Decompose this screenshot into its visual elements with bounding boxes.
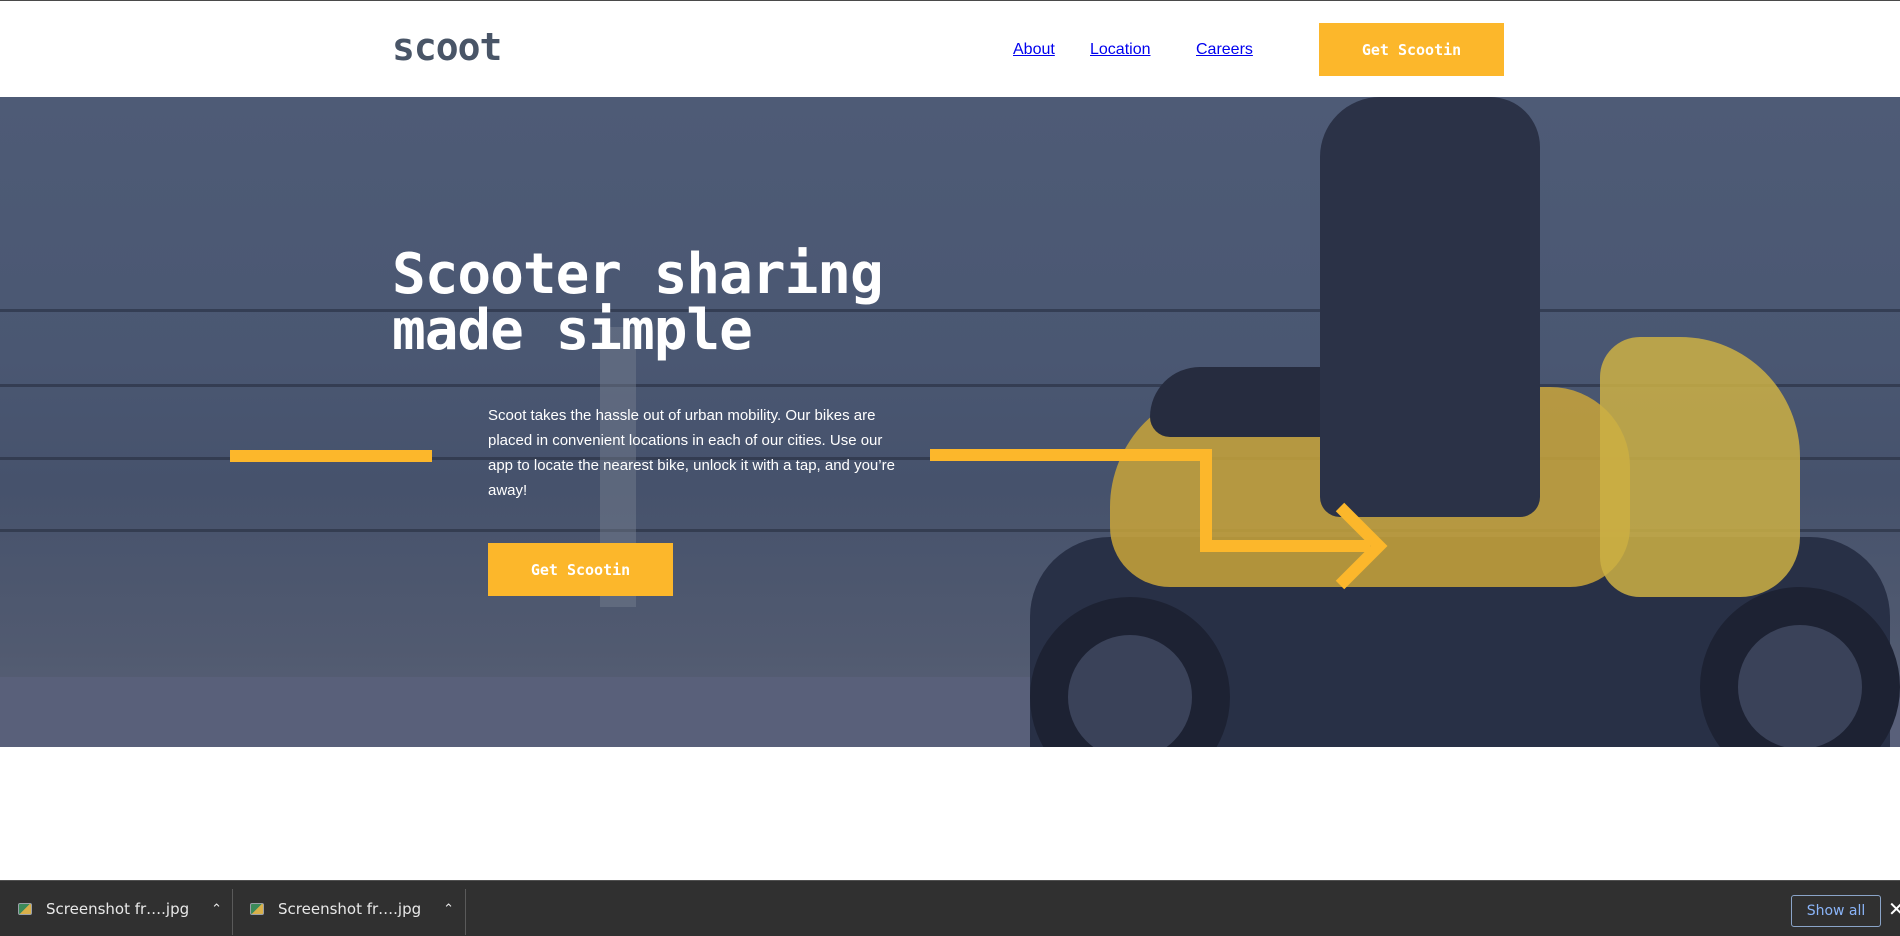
- header-get-scootin-button[interactable]: Get Scootin: [1319, 23, 1504, 76]
- hero-get-scootin-button[interactable]: Get Scootin: [488, 543, 673, 596]
- close-icon[interactable]: ✕: [1888, 897, 1900, 921]
- show-all-button[interactable]: Show all: [1791, 895, 1881, 927]
- chevron-up-icon[interactable]: ⌃: [443, 902, 454, 917]
- download-item[interactable]: Screenshot fr….jpg ⌃: [18, 881, 222, 936]
- site-header: scoot About Location Careers Get Scootin: [0, 1, 1900, 97]
- nav-location-link[interactable]: Location: [1090, 41, 1151, 59]
- decorative-line: [230, 450, 432, 462]
- download-filename: Screenshot fr….jpg: [46, 900, 190, 918]
- image-file-icon: [250, 903, 264, 915]
- chevron-up-icon[interactable]: ⌃: [211, 902, 222, 917]
- download-divider: [232, 889, 233, 935]
- hero-title: Scooter sharing made simple: [392, 247, 912, 359]
- image-file-icon: [18, 903, 32, 915]
- rope-line: [0, 309, 1900, 312]
- download-filename: Screenshot fr….jpg: [278, 900, 422, 918]
- download-divider: [465, 889, 466, 935]
- scooter-front: [1600, 337, 1800, 597]
- download-item[interactable]: Screenshot fr….jpg ⌃: [250, 881, 454, 936]
- hero-description: Scoot takes the hassle out of urban mobi…: [488, 407, 895, 499]
- download-bar: Screenshot fr….jpg ⌃ Screenshot fr….jpg …: [0, 880, 1900, 936]
- nav-about-link[interactable]: About: [1013, 41, 1055, 59]
- nav-careers-link[interactable]: Careers: [1196, 41, 1253, 59]
- decorative-arrow-icon: [930, 449, 1388, 590]
- scoot-logo[interactable]: scoot: [392, 25, 502, 69]
- hero-section: Scooter sharing made simple Scoot takes …: [0, 97, 1900, 747]
- hero-title-line-2: made simple: [392, 298, 753, 363]
